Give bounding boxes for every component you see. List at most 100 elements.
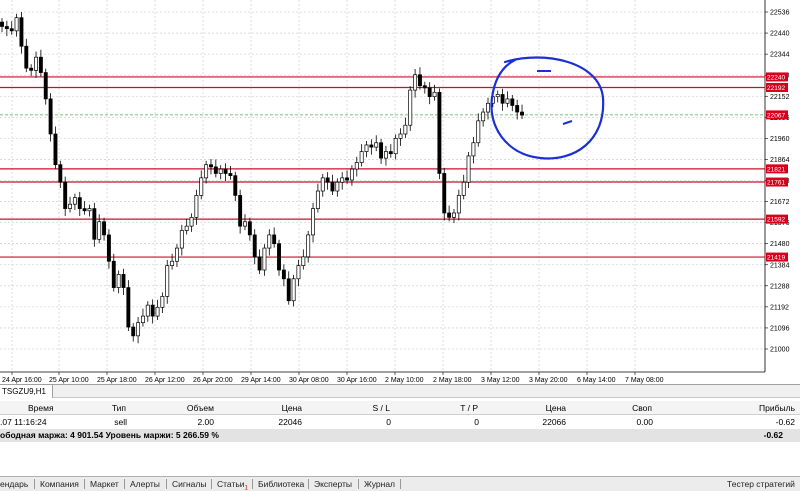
- bullish-candle[interactable]: [291, 278, 296, 302]
- order-take-profit[interactable]: 0: [430, 416, 479, 429]
- order-stop-loss[interactable]: 0: [340, 416, 391, 429]
- bearish-candle[interactable]: [500, 94, 505, 104]
- bearish-candle[interactable]: [272, 234, 277, 245]
- bullish-candle[interactable]: [296, 265, 301, 280]
- chart-symbol-tab[interactable]: TSGZU9,H1: [0, 385, 54, 398]
- tab-strategy-tester[interactable]: Тестер стратегий: [727, 477, 795, 491]
- bullish-candle[interactable]: [179, 230, 184, 249]
- column-header-swap[interactable]: Своп: [600, 401, 652, 415]
- bullish-candle[interactable]: [155, 306, 160, 317]
- bullish-candle[interactable]: [87, 208, 92, 212]
- bearish-candle[interactable]: [281, 269, 286, 280]
- bullish-candle[interactable]: [184, 225, 189, 231]
- bullish-candle[interactable]: [267, 234, 272, 249]
- tab-articles[interactable]: Статьи1: [217, 477, 248, 491]
- bearish-candle[interactable]: [0, 21, 4, 27]
- bearish-candle[interactable]: [252, 234, 257, 258]
- bearish-candle[interactable]: [422, 85, 427, 89]
- bullish-candle[interactable]: [170, 260, 175, 266]
- bullish-candle[interactable]: [160, 295, 165, 308]
- bearish-candle[interactable]: [48, 98, 53, 135]
- bearish-candle[interactable]: [38, 56, 43, 73]
- bullish-candle[interactable]: [34, 56, 38, 71]
- bearish-candle[interactable]: [286, 278, 291, 302]
- bearish-candle[interactable]: [121, 274, 126, 288]
- bearish-candle[interactable]: [369, 144, 374, 148]
- bullish-candle[interactable]: [140, 315, 145, 324]
- tab-alerts[interactable]: Алерты: [130, 477, 160, 491]
- tab-market[interactable]: Маркет: [90, 477, 119, 491]
- column-header-profit[interactable]: Прибыль: [700, 401, 795, 415]
- bearish-candle[interactable]: [233, 175, 238, 196]
- bearish-candle[interactable]: [427, 87, 432, 98]
- bullish-candle[interactable]: [204, 164, 209, 179]
- bearish-candle[interactable]: [111, 260, 116, 288]
- bullish-candle[interactable]: [14, 17, 19, 32]
- table-row[interactable]: .07 11:16:24 sell 2.00 22046 0 0 22066 0…: [0, 416, 800, 429]
- bullish-candle[interactable]: [145, 304, 150, 317]
- bullish-candle[interactable]: [374, 142, 379, 148]
- bearish-candle[interactable]: [442, 173, 447, 214]
- tab-journal[interactable]: Журнал: [364, 477, 395, 491]
- bullish-candle[interactable]: [476, 120, 481, 144]
- bullish-candle[interactable]: [243, 221, 247, 227]
- price-chart[interactable]: 2253622440223442224822152220562196021864…: [0, 0, 800, 384]
- bearish-candle[interactable]: [126, 287, 131, 328]
- bearish-candle[interactable]: [515, 105, 520, 113]
- bullish-candle[interactable]: [398, 133, 403, 139]
- bearish-candle[interactable]: [106, 234, 111, 262]
- bullish-candle[interactable]: [461, 181, 466, 196]
- bearish-candle[interactable]: [150, 304, 155, 317]
- bullish-candle[interactable]: [194, 195, 199, 218]
- bearish-candle[interactable]: [131, 326, 136, 337]
- tab-signals[interactable]: Сигналы: [172, 477, 206, 491]
- bearish-candle[interactable]: [43, 72, 48, 100]
- bearish-candle[interactable]: [213, 166, 218, 174]
- bearish-candle[interactable]: [4, 26, 9, 30]
- bearish-candle[interactable]: [29, 67, 34, 71]
- bullish-candle[interactable]: [413, 74, 418, 91]
- bullish-candle[interactable]: [165, 265, 170, 297]
- tab-experts[interactable]: Эксперты: [314, 477, 352, 491]
- bullish-candle[interactable]: [364, 144, 369, 152]
- bullish-candle[interactable]: [218, 168, 223, 174]
- bullish-candle[interactable]: [505, 98, 510, 104]
- bullish-candle[interactable]: [403, 124, 408, 135]
- bearish-candle[interactable]: [418, 74, 422, 87]
- bullish-candle[interactable]: [320, 177, 325, 192]
- bearish-candle[interactable]: [247, 221, 252, 236]
- bullish-candle[interactable]: [301, 256, 306, 266]
- bullish-candle[interactable]: [481, 111, 486, 122]
- bearish-candle[interactable]: [510, 98, 515, 106]
- column-header-volume[interactable]: Объем: [150, 401, 214, 415]
- bullish-candle[interactable]: [408, 89, 413, 126]
- bearish-candle[interactable]: [223, 168, 228, 174]
- bullish-candle[interactable]: [199, 177, 204, 196]
- bullish-candle[interactable]: [116, 274, 121, 288]
- column-header-current-price[interactable]: Цена: [520, 401, 566, 415]
- bullish-candle[interactable]: [72, 197, 77, 205]
- column-header-price[interactable]: Цена: [240, 401, 302, 415]
- candlestick-chart-canvas[interactable]: 2253622440223442224822152220562196021864…: [0, 0, 800, 384]
- bearish-candle[interactable]: [257, 256, 262, 271]
- bearish-candle[interactable]: [63, 181, 68, 209]
- bullish-candle[interactable]: [354, 162, 359, 170]
- bullish-candle[interactable]: [349, 168, 354, 181]
- column-header-sl[interactable]: S / L: [340, 401, 390, 415]
- column-header-tp[interactable]: T / P: [430, 401, 478, 415]
- bearish-candle[interactable]: [330, 181, 335, 192]
- bearish-candle[interactable]: [388, 151, 393, 155]
- bullish-candle[interactable]: [495, 94, 500, 98]
- bullish-candle[interactable]: [452, 212, 456, 218]
- bullish-candle[interactable]: [393, 138, 398, 155]
- bearish-candle[interactable]: [19, 17, 24, 47]
- bullish-candle[interactable]: [306, 234, 311, 258]
- bullish-candle[interactable]: [97, 221, 102, 240]
- bearish-candle[interactable]: [447, 212, 452, 218]
- bearish-candle[interactable]: [520, 111, 524, 116]
- bearish-candle[interactable]: [325, 177, 330, 183]
- bullish-candle[interactable]: [311, 208, 315, 236]
- column-header-time[interactable]: Время: [28, 401, 88, 415]
- bullish-candle[interactable]: [359, 151, 364, 163]
- bullish-candle[interactable]: [335, 181, 340, 192]
